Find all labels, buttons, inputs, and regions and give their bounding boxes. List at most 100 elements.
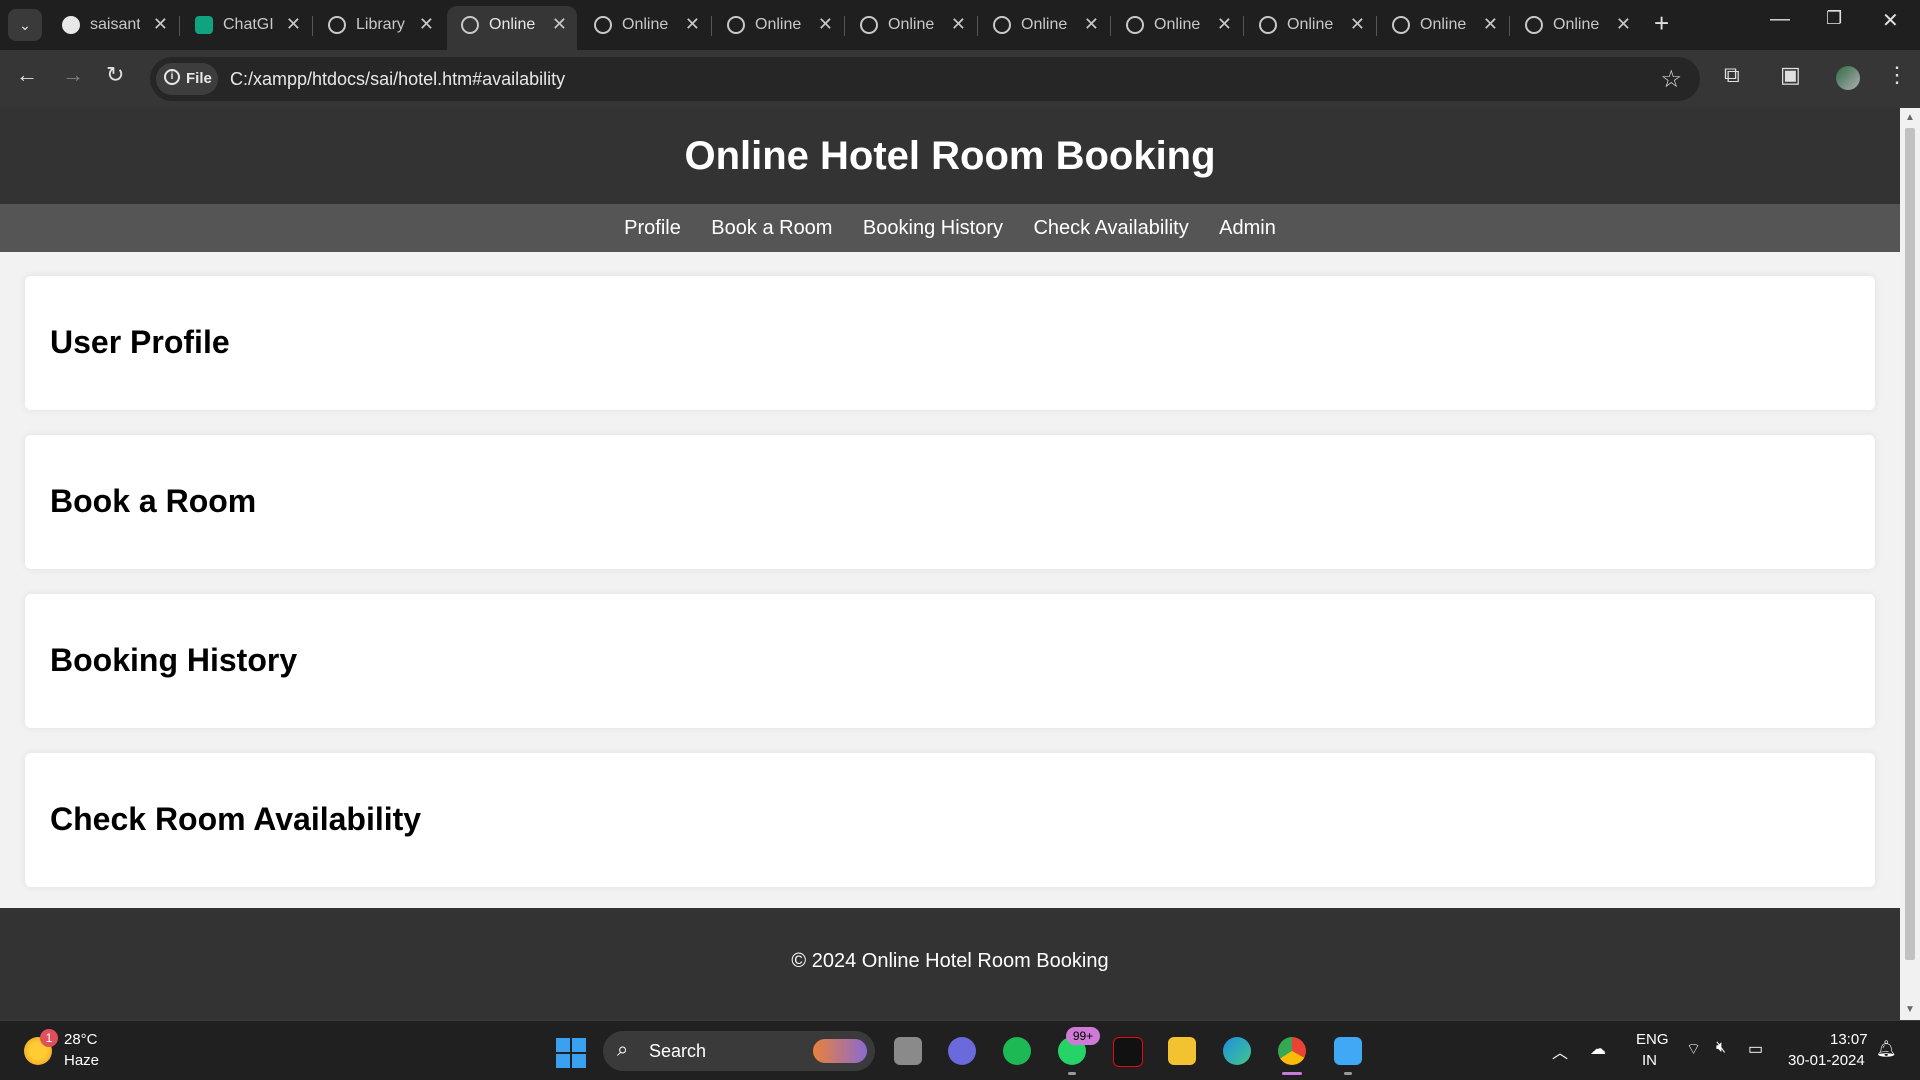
bookmark-star-icon[interactable]: ☆ — [1660, 65, 1682, 94]
forward-button[interactable]: → — [62, 62, 84, 88]
meet-chat-icon[interactable] — [948, 1037, 976, 1065]
book-room-section: Book a Room — [25, 435, 1875, 569]
extensions-icon[interactable]: ⧉ — [1724, 62, 1740, 88]
scroll-down-icon[interactable]: ▼ — [1905, 1004, 1915, 1015]
chevron-up-icon[interactable]: ︿ — [1552, 1039, 1568, 1063]
tab-close-icon[interactable]: ✕ — [153, 14, 168, 35]
tab-close-icon[interactable]: ✕ — [951, 14, 966, 35]
tab-close-icon[interactable]: ✕ — [818, 14, 833, 35]
tab-separator — [844, 16, 845, 36]
browser-tab[interactable]: Online ✕ — [447, 6, 577, 50]
spotify-icon[interactable] — [1003, 1037, 1031, 1065]
clock-date[interactable]: 30-01-2024 — [1788, 1052, 1865, 1069]
arrow-right-icon: → — [62, 62, 84, 87]
browser-tab[interactable]: Online ✕ — [580, 8, 710, 42]
restore-icon: ❐ — [1826, 8, 1843, 28]
browser-tab[interactable]: ChatGI ✕ — [181, 8, 311, 42]
notepad-icon[interactable] — [1334, 1037, 1362, 1065]
clock-time[interactable]: 13:07 — [1830, 1031, 1868, 1048]
profile-avatar[interactable] — [1836, 66, 1860, 90]
browser-tab[interactable]: saisant ✕ — [48, 8, 178, 42]
minimize-button[interactable]: — — [1770, 8, 1790, 31]
edge-icon[interactable] — [1223, 1037, 1251, 1065]
site-nav: Profile Book a Room Booking History Chec… — [0, 204, 1900, 252]
volume-muted-icon[interactable]: 🔇︎ — [1716, 1039, 1726, 1057]
booking-history-section: Booking History — [25, 594, 1875, 728]
tab-title: Online — [888, 16, 935, 33]
tab-close-icon[interactable]: ✕ — [1350, 14, 1365, 35]
browser-toolbar: ← → ↻ i File C:/xampp/htdocs/sai/hotel.h… — [0, 50, 1920, 108]
browser-tab[interactable]: Library ✕ — [314, 8, 444, 42]
tab-close-icon[interactable]: ✕ — [1483, 14, 1498, 35]
tab-close-icon[interactable]: ✕ — [552, 14, 567, 35]
chrome-icon[interactable] — [1278, 1037, 1306, 1065]
side-panel-icon[interactable]: ▣ — [1780, 62, 1801, 88]
browser-tab[interactable]: Online ✕ — [846, 8, 976, 42]
user-profile-section: User Profile — [25, 276, 1875, 410]
reload-icon: ↻ — [106, 62, 125, 87]
browser-tab[interactable]: Online ✕ — [1378, 8, 1508, 42]
weather-temp[interactable]: 28°C — [64, 1031, 98, 1048]
url-text[interactable]: C:/xampp/htdocs/sai/hotel.htm#availabili… — [230, 69, 565, 90]
weather-condition[interactable]: Haze — [64, 1052, 99, 1069]
section-heading: Booking History — [50, 642, 298, 678]
tab-close-icon[interactable]: ✕ — [1616, 14, 1631, 35]
browser-tab[interactable]: Online ✕ — [1245, 8, 1375, 42]
tab-strip: ⌄ saisant ✕ ChatGI ✕ Library ✕ Online ✕ Online ✕ O… — [0, 0, 1920, 50]
tab-title: ChatGI — [223, 16, 273, 33]
nav-check-availability[interactable]: Check Availability — [1033, 204, 1188, 252]
nav-booking-history[interactable]: Booking History — [863, 204, 1003, 252]
page-viewport: Online Hotel Room Booking Profile Book a… — [0, 108, 1900, 1020]
globe-icon — [328, 16, 346, 34]
tab-close-icon[interactable]: ✕ — [1084, 14, 1099, 35]
menu-kebab-icon[interactable]: ⋮ — [1886, 62, 1908, 88]
onedrive-icon[interactable]: ☁ — [1590, 1039, 1606, 1059]
tab-close-icon[interactable]: ✕ — [685, 14, 700, 35]
plus-icon: + — [1654, 8, 1670, 38]
new-tab-button[interactable]: + — [1654, 8, 1669, 39]
browser-tab[interactable]: Online ✕ — [1511, 8, 1641, 42]
site-header: Online Hotel Room Booking — [0, 108, 1900, 204]
nav-admin[interactable]: Admin — [1219, 204, 1276, 252]
file-explorer-icon[interactable] — [1168, 1037, 1196, 1065]
notification-bell-icon[interactable]: 🔔︎ — [1876, 1039, 1896, 1059]
address-bar[interactable]: i File C:/xampp/htdocs/sai/hotel.htm#ava… — [150, 57, 1700, 101]
site-chip-label: File — [186, 70, 212, 87]
reload-button[interactable]: ↻ — [106, 62, 124, 88]
task-view-icon[interactable] — [894, 1037, 922, 1065]
tab-separator — [1509, 16, 1510, 36]
availability-section: Check Room Availability — [25, 753, 1875, 887]
site-info-chip[interactable]: i File — [156, 63, 218, 95]
back-button[interactable]: ← — [16, 62, 38, 88]
page-scrollbar[interactable]: ▲ ▼ — [1900, 108, 1920, 1020]
battery-icon[interactable]: ▭ — [1748, 1039, 1763, 1059]
close-icon: ✕ — [1882, 10, 1899, 32]
weather-badge: 1 — [40, 1029, 58, 1047]
restore-button[interactable]: ❐ — [1826, 8, 1842, 29]
tab-close-icon[interactable]: ✕ — [419, 14, 434, 35]
browser-tab[interactable]: Online ✕ — [713, 8, 843, 42]
netflix-icon[interactable] — [1113, 1037, 1143, 1067]
globe-icon — [1259, 16, 1277, 34]
browser-tab[interactable]: Online ✕ — [979, 8, 1109, 42]
scroll-thumb[interactable] — [1905, 128, 1915, 960]
tab-title: Online — [622, 16, 669, 33]
tab-search-button[interactable]: ⌄ — [8, 9, 42, 41]
tab-close-icon[interactable]: ✕ — [1217, 14, 1232, 35]
close-window-button[interactable]: ✕ — [1882, 8, 1899, 33]
tab-separator — [179, 16, 180, 36]
scroll-up-icon[interactable]: ▲ — [1905, 112, 1915, 123]
browser-tab[interactable]: Online ✕ — [1112, 8, 1242, 42]
tab-title: saisant — [90, 16, 140, 33]
tab-separator — [1376, 16, 1377, 36]
language-indicator[interactable]: ENG — [1636, 1031, 1669, 1048]
tab-title: Online — [1021, 16, 1068, 33]
language-region[interactable]: IN — [1642, 1052, 1657, 1069]
globe-icon — [727, 16, 745, 34]
tab-close-icon[interactable]: ✕ — [286, 14, 301, 35]
nav-book-room[interactable]: Book a Room — [711, 204, 832, 252]
nav-profile[interactable]: Profile — [624, 204, 681, 252]
wifi-icon[interactable]: ⌔ — [1686, 1039, 1701, 1059]
start-button[interactable] — [556, 1038, 586, 1068]
taskbar-search[interactable]: ⌕ Search — [603, 1031, 875, 1071]
